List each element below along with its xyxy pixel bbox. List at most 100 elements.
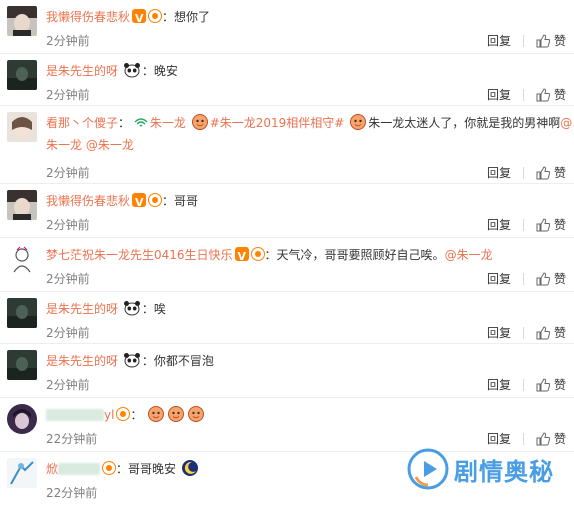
like-button[interactable]: 赞 — [554, 165, 566, 181]
username[interactable]: 是朱先生的呀 — [46, 354, 118, 368]
moon-emoji-icon — [181, 460, 198, 476]
vip-icon — [132, 8, 147, 30]
reply-button[interactable]: 回复 — [487, 87, 511, 103]
avatar[interactable] — [7, 298, 37, 328]
comment-body: 我懒得伤春悲秋 ：哥哥 — [46, 184, 568, 214]
comment-text: ：晚安 — [141, 64, 178, 78]
thumbs-up-icon[interactable] — [536, 218, 550, 232]
obscured-username — [58, 463, 101, 475]
avatar[interactable] — [7, 112, 37, 142]
like-button[interactable]: 赞 — [554, 377, 566, 393]
comment-item: 梦七茫祝朱一龙先生0416生日快乐 ：天气冷，哥哥要照顾好自己唉。@朱一龙 2分钟… — [0, 238, 574, 292]
comment-actions: 回复 赞 — [487, 217, 566, 233]
username[interactable]: 是朱先生的呀 — [46, 64, 118, 78]
mention-link[interactable]: @朱一龙 — [445, 248, 493, 262]
divider — [522, 379, 524, 391]
like-button[interactable]: 赞 — [554, 325, 566, 341]
timestamp: 2分钟前 — [46, 166, 90, 180]
avatar[interactable] — [7, 190, 37, 220]
username[interactable]: 焮 — [46, 462, 58, 476]
fan-badge-icon — [102, 461, 117, 475]
reply-button[interactable]: 回复 — [487, 33, 511, 49]
comment-body: 梦七茫祝朱一龙先生0416生日快乐 ：天气冷，哥哥要照顾好自己唉。@朱一龙 — [46, 238, 568, 268]
mention-link[interactable]: @朱一龙 — [86, 138, 134, 152]
avatar[interactable] — [7, 244, 37, 274]
divider — [522, 167, 524, 179]
vip-icon — [132, 192, 147, 214]
reply-button[interactable]: 回复 — [487, 325, 511, 341]
sticker-emoji-icon — [191, 114, 208, 130]
comment-body: 是朱先生的呀 ：唉 — [46, 292, 568, 320]
comment-actions: 回复 赞 — [487, 87, 566, 103]
like-button[interactable]: 赞 — [554, 87, 566, 103]
avatar[interactable] — [7, 404, 37, 434]
thumbs-up-icon[interactable] — [536, 326, 550, 340]
username[interactable]: 我懒得伤春悲秋 — [46, 194, 130, 208]
username[interactable]: 是朱先生的呀 — [46, 302, 118, 316]
comment-body: 是朱先生的呀 ：晚安 — [46, 54, 568, 82]
play-logo-icon — [407, 448, 449, 490]
timestamp: 22分钟前 — [46, 432, 98, 446]
divider — [522, 273, 524, 285]
comment-text: ：想你了 — [162, 10, 211, 24]
sticker-emoji-icon — [188, 406, 205, 422]
link-icon — [134, 118, 148, 127]
comment-text: ：你都不冒泡 — [141, 354, 214, 368]
comment-actions: 回复 赞 — [487, 325, 566, 341]
fan-badge-icon — [250, 247, 265, 261]
thumbs-up-icon[interactable] — [536, 378, 550, 392]
comment-actions: 回复 赞 — [487, 271, 566, 287]
mention-link[interactable]: @ — [560, 116, 572, 130]
timestamp: 2分钟前 — [46, 34, 90, 48]
username[interactable]: 梦七茫祝朱一龙先生0416生日快乐 — [46, 248, 233, 262]
timestamp: 2分钟前 — [46, 326, 90, 340]
reply-button[interactable]: 回复 — [487, 271, 511, 287]
reply-button[interactable]: 回复 — [487, 217, 511, 233]
like-button[interactable]: 赞 — [554, 217, 566, 233]
avatar[interactable] — [7, 458, 37, 488]
comment-body: 我懒得伤春悲秋 ：想你了 — [46, 0, 568, 30]
like-button[interactable]: 赞 — [554, 431, 566, 447]
like-button[interactable]: 赞 — [554, 271, 566, 287]
divider — [522, 327, 524, 339]
separator: ： — [130, 408, 143, 422]
comment-text: ：天气冷，哥哥要照顾好自己唉。 — [264, 248, 445, 262]
divider — [522, 219, 524, 231]
thumbs-up-icon[interactable] — [536, 34, 550, 48]
watermark: 剧情奥秘 — [406, 444, 554, 494]
panda-emoji-icon — [123, 301, 140, 316]
avatar[interactable] — [7, 60, 37, 90]
comment-text: ：哥哥晚安 — [116, 462, 177, 476]
mention-link[interactable]: 朱一龙 — [46, 138, 82, 152]
avatar[interactable] — [7, 350, 37, 380]
reply-button[interactable]: 回复 — [487, 165, 511, 181]
comment-actions: 回复 赞 — [487, 377, 566, 393]
comment-item: 我懒得伤春悲秋 ：想你了 2分钟前 回复 赞 — [0, 0, 574, 54]
thumbs-up-icon[interactable] — [536, 88, 550, 102]
comment-actions: 回复 赞 — [487, 33, 566, 49]
comment-item: 看那丶个傻子： 朱一龙 #朱一龙2019相伴相守# 朱一龙太迷人了，你就是我的男… — [0, 106, 574, 184]
username[interactable]: 我懒得伤春悲秋 — [46, 10, 130, 24]
username[interactable]: 看那丶个傻子 — [46, 116, 118, 130]
panda-emoji-icon — [123, 353, 140, 368]
timestamp: 2分钟前 — [46, 218, 90, 232]
reply-button[interactable]: 回复 — [487, 377, 511, 393]
like-button[interactable]: 赞 — [554, 33, 566, 49]
super-topic-link[interactable]: 朱一龙 — [150, 116, 186, 130]
comment-body: 是朱先生的呀 ：你都不冒泡 — [46, 344, 568, 372]
topic-link[interactable]: #朱一龙2019相伴相守# — [210, 116, 345, 130]
sticker-emoji-icon — [168, 406, 185, 422]
username[interactable]: yl — [104, 408, 114, 422]
comment-item: 是朱先生的呀 ：你都不冒泡 2分钟前 回复 赞 — [0, 344, 574, 398]
fan-badge-icon — [148, 193, 163, 207]
comment-item: 是朱先生的呀 ：晚安 2分钟前 回复 赞 — [0, 54, 574, 106]
vip-icon — [234, 246, 249, 268]
comment-item: 是朱先生的呀 ：唉 2分钟前 回复 赞 — [0, 292, 574, 344]
thumbs-up-icon[interactable] — [536, 166, 550, 180]
avatar[interactable] — [7, 6, 37, 36]
panda-emoji-icon — [123, 63, 140, 78]
comment-body: 看那丶个傻子： 朱一龙 #朱一龙2019相伴相守# 朱一龙太迷人了，你就是我的男… — [46, 106, 572, 156]
comment-text: ：唉 — [141, 302, 166, 316]
comment-actions: 回复 赞 — [487, 165, 566, 181]
thumbs-up-icon[interactable] — [536, 272, 550, 286]
